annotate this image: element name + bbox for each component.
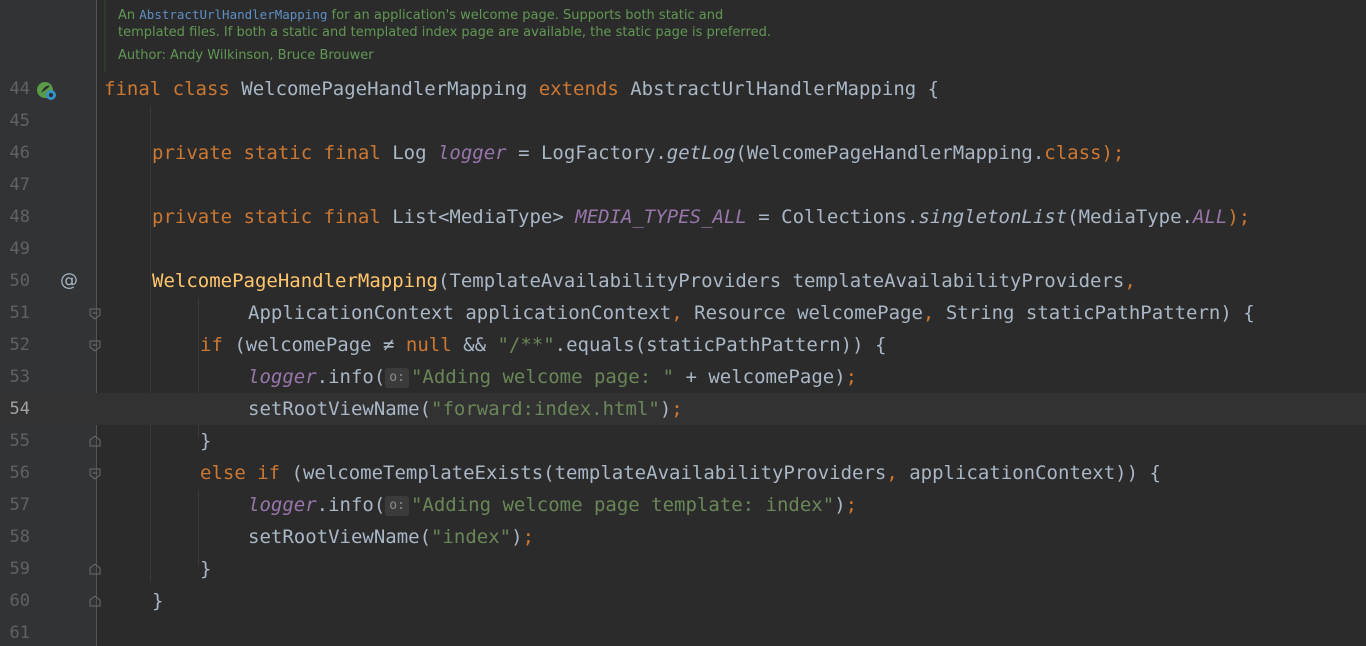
line-number: 61 xyxy=(9,623,30,643)
code-text: private static final List<MediaType> MED… xyxy=(152,206,1251,228)
code-line-45[interactable]: 45 xyxy=(0,105,1366,137)
code-line-49[interactable]: 49 xyxy=(0,233,1366,265)
doc-line-2: templated files. If both a static and te… xyxy=(118,25,771,40)
line-number: 60 xyxy=(9,591,30,611)
line-number: 45 xyxy=(9,111,30,131)
line-number: 44 xyxy=(9,79,30,99)
doc-line-1: An AbstractUrlHandlerMapping for an appl… xyxy=(118,6,723,25)
code-line-47[interactable]: 47 xyxy=(0,169,1366,201)
doc-text: for an application's welcome page. Suppo… xyxy=(327,8,724,23)
code-text: logger.info(o: "Adding welcome page: " + … xyxy=(248,366,858,388)
doc-class-link[interactable]: AbstractUrlHandlerMapping xyxy=(139,7,327,22)
code-text: logger.info(o: "Adding welcome page templ… xyxy=(248,494,858,516)
line-number: 58 xyxy=(9,527,30,547)
rendered-doc-comment: An AbstractUrlHandlerMapping for an appl… xyxy=(104,0,818,72)
fold-end-icon[interactable] xyxy=(89,434,101,447)
parameter-hint: o: xyxy=(385,496,409,516)
code-line-53[interactable]: 53 logger.info(o: "Adding welcome page: "… xyxy=(0,361,1366,393)
parameter-hint: o: xyxy=(385,368,409,388)
line-number: 46 xyxy=(9,143,30,163)
code-line-54[interactable]: 54 setRootViewName("forward:index.html")… xyxy=(0,393,1366,425)
code-line-59[interactable]: 59 } xyxy=(0,553,1366,585)
code-text: setRootViewName("index"); xyxy=(248,526,535,548)
line-number: 56 xyxy=(9,463,30,483)
line-number: 59 xyxy=(9,559,30,579)
code-line-57[interactable]: 57 logger.info(o: "Adding welcome page te… xyxy=(0,489,1366,521)
code-line-48[interactable]: 48 private static final List<MediaType> … xyxy=(0,201,1366,233)
code-text: if (welcomePage ≠ null && "/**".equals(s… xyxy=(200,334,887,356)
code-text: } xyxy=(152,590,164,612)
line-number: 49 xyxy=(9,239,30,259)
line-number: 51 xyxy=(9,303,30,323)
code-line-50[interactable]: 50 @ WelcomePageHandlerMapping(TemplateA… xyxy=(0,265,1366,297)
autowired-at-icon[interactable]: @ xyxy=(60,265,78,297)
fold-icon[interactable] xyxy=(89,307,101,320)
code-line-51[interactable]: 51 ApplicationContext applicationContext… xyxy=(0,297,1366,329)
code-text: private static final Log logger = LogFac… xyxy=(152,142,1125,164)
code-text: final class WelcomePageHandlerMapping ex… xyxy=(104,78,940,100)
fold-icon[interactable] xyxy=(89,467,101,480)
line-number: 55 xyxy=(9,431,30,451)
code-line-52[interactable]: 52 if (welcomePage ≠ null && "/**".equal… xyxy=(0,329,1366,361)
code-text: } xyxy=(200,558,212,580)
spring-bean-icon[interactable] xyxy=(36,80,58,107)
line-number: 54 xyxy=(9,399,30,419)
code-text: WelcomePageHandlerMapping(TemplateAvaila… xyxy=(152,270,1136,292)
code-editor[interactable]: An AbstractUrlHandlerMapping for an appl… xyxy=(0,0,1366,646)
fold-icon[interactable] xyxy=(89,339,101,352)
line-number: 52 xyxy=(9,335,30,355)
code-line-60[interactable]: 60 } xyxy=(0,585,1366,617)
line-number: 47 xyxy=(9,175,30,195)
doc-author: Author: Andy Wilkinson, Bruce Brouwer xyxy=(118,48,374,63)
fold-end-icon[interactable] xyxy=(89,594,101,607)
code-line-56[interactable]: 56 else if (welcomeTemplateExists(templa… xyxy=(0,457,1366,489)
code-text: ApplicationContext applicationContext, R… xyxy=(248,302,1255,324)
code-line-55[interactable]: 55 } xyxy=(0,425,1366,457)
code-line-46[interactable]: 46 private static final Log logger = Log… xyxy=(0,137,1366,169)
fold-end-icon[interactable] xyxy=(89,562,101,575)
code-text: setRootViewName("forward:index.html"); xyxy=(248,398,683,420)
doc-text: An xyxy=(118,8,140,23)
line-number: 50 xyxy=(9,271,30,291)
code-text: } xyxy=(200,430,212,452)
code-line-58[interactable]: 58 setRootViewName("index"); xyxy=(0,521,1366,553)
code-line-44[interactable]: 44 final class WelcomePageHandlerMapping… xyxy=(0,73,1366,105)
line-number: 53 xyxy=(9,367,30,387)
line-number: 57 xyxy=(9,495,30,515)
code-text: else if (welcomeTemplateExists(templateA… xyxy=(200,462,1161,484)
code-line-61[interactable]: 61 xyxy=(0,617,1366,646)
line-number: 48 xyxy=(9,207,30,227)
